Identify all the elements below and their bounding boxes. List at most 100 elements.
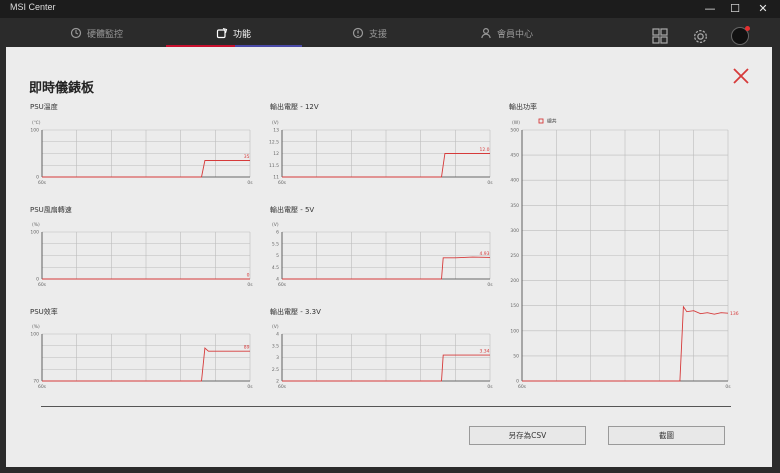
tab-features[interactable]: 功能 bbox=[216, 18, 251, 48]
y-tick-label: 0 bbox=[36, 277, 39, 283]
maximize-button[interactable]: ☐ bbox=[722, 0, 748, 18]
export-csv-button[interactable]: 另存為CSV bbox=[469, 426, 586, 445]
fan-speed-chart: (%)100060s 0s0 bbox=[30, 222, 253, 288]
y-tick-label: 13 bbox=[273, 128, 279, 134]
y-tick-label: 4 bbox=[276, 332, 279, 338]
out-power-title: 輸出功率 bbox=[509, 103, 537, 111]
tab-label: 會員中心 bbox=[497, 29, 534, 40]
out-5v-value-label: 4.93 bbox=[479, 251, 489, 257]
minimize-button[interactable]: — bbox=[697, 0, 723, 18]
out-5v-unit-label: (V) bbox=[272, 222, 279, 228]
y-tick-label: 11 bbox=[273, 175, 279, 181]
x-tick-label: 60s bbox=[38, 384, 47, 390]
y-tick-label: 11.5 bbox=[269, 163, 279, 169]
tab-member-center[interactable]: 會員中心 bbox=[480, 18, 533, 48]
x-tick-label: 0s bbox=[487, 384, 493, 390]
fan-speed-unit-label: (%) bbox=[32, 222, 40, 228]
y-tick-label: 12.5 bbox=[269, 139, 279, 145]
out-12v-chart: (V) 13 12.5 12 11.5 1160s 0s 12.0 bbox=[269, 120, 493, 186]
x-tick-label: 60s bbox=[518, 384, 527, 390]
out-power-chart: (W)50045040035030025020015010050060s 0s13… bbox=[510, 118, 739, 390]
y-tick-label: 150 bbox=[510, 303, 519, 309]
y-tick-label: 5.5 bbox=[272, 241, 279, 247]
y-tick-label: 250 bbox=[510, 253, 519, 259]
y-tick-label: 350 bbox=[510, 203, 519, 209]
out-power-unit-label: (W) bbox=[512, 120, 520, 126]
legend-label: 總共 bbox=[547, 118, 557, 125]
top-nav: 硬體監控 功能 支援 會員中心 bbox=[0, 18, 780, 50]
support-icon bbox=[352, 27, 364, 39]
title-bar: MSI Center — ☐ ✕ bbox=[0, 0, 780, 18]
y-tick-label: 100 bbox=[30, 230, 39, 236]
x-tick-label: 0s bbox=[725, 384, 731, 390]
close-icon[interactable] bbox=[730, 65, 752, 87]
out-3v3-chart: (V) 4 3.5 3 2.5 260s 0s 3.34 bbox=[272, 324, 493, 390]
x-tick-label: 60s bbox=[38, 282, 47, 288]
monitor-icon bbox=[70, 27, 82, 39]
out-3v3-unit-label: (V) bbox=[272, 324, 279, 330]
x-tick-label: 60s bbox=[278, 384, 287, 390]
x-tick-label: 0s bbox=[247, 180, 253, 186]
fan-speed-value-label: 0 bbox=[247, 273, 250, 279]
tab-support[interactable]: 支援 bbox=[352, 18, 387, 48]
x-tick-label: 0s bbox=[247, 384, 253, 390]
psu-eff-value-label: 89 bbox=[244, 345, 250, 351]
y-tick-label: 4 bbox=[276, 277, 279, 283]
tab-hardware-monitor[interactable]: 硬體監控 bbox=[70, 18, 123, 48]
y-tick-label: 50 bbox=[513, 353, 519, 359]
out-5v-chart: (V) 6 5.5 5 4.5 460s 0s 4.93 bbox=[272, 222, 493, 288]
y-tick-label: 3 bbox=[276, 355, 279, 361]
out-12v-title: 輸出電壓 - 12V bbox=[270, 103, 319, 111]
tab-label: 硬體監控 bbox=[87, 29, 124, 40]
dialog-title: 即時儀錶板 bbox=[29, 81, 95, 96]
y-tick-label: 4.5 bbox=[272, 265, 279, 271]
gear-icon[interactable] bbox=[692, 28, 709, 45]
out-3v3-value-label: 3.34 bbox=[479, 349, 489, 355]
user-icon bbox=[481, 27, 491, 39]
x-tick-label: 60s bbox=[278, 282, 287, 288]
psu-eff-unit-label: (%) bbox=[32, 324, 40, 330]
out-3v3-title: 輸出電壓 - 3.3V bbox=[270, 308, 321, 316]
psu-eff-title: PSU效率 bbox=[30, 308, 58, 316]
app-title: MSI Center bbox=[10, 2, 56, 12]
tab-label: 功能 bbox=[233, 29, 252, 40]
psu-temp-value-label: 35 bbox=[244, 154, 250, 160]
y-tick-label: 0 bbox=[516, 379, 519, 385]
y-tick-label: 100 bbox=[30, 332, 39, 338]
x-tick-label: 0s bbox=[487, 282, 493, 288]
y-tick-label: 12 bbox=[273, 151, 279, 157]
out-5v-title: 輸出電壓 - 5V bbox=[270, 206, 315, 214]
divider bbox=[41, 406, 731, 407]
psu-temp-title: PSU溫度 bbox=[30, 103, 58, 111]
y-tick-label: 500 bbox=[510, 128, 519, 134]
x-tick-label: 60s bbox=[278, 180, 287, 186]
app-window: MSI Center — ☐ ✕ 硬體監控 功能 支援 會員中心 即時儀錶板 P… bbox=[0, 0, 780, 473]
y-tick-label: 6 bbox=[276, 230, 279, 236]
psu-temp-unit-label: (℃) bbox=[32, 120, 41, 126]
realtime-dashboard-dialog: 即時儀錶板 PSU溫度 (℃) 100 0 60s 0s 35 輸出電壓 - 12V (V) 13… bbox=[6, 47, 772, 467]
psu-eff-chart: (%) 100 7060s 0s 89 bbox=[30, 324, 253, 390]
psu-temp-chart: (℃) 100 060s 0s 35 bbox=[30, 120, 253, 186]
out-12v-unit-label: (V) bbox=[272, 120, 279, 126]
y-tick-label: 2 bbox=[276, 379, 279, 385]
close-window-button[interactable]: ✕ bbox=[750, 0, 776, 18]
y-tick-label: 5 bbox=[276, 253, 279, 259]
x-tick-label: 60s bbox=[38, 180, 47, 186]
y-tick-label: 2.5 bbox=[272, 367, 279, 373]
y-tick-label: 300 bbox=[510, 228, 519, 234]
notification-dot bbox=[745, 26, 750, 31]
y-tick-label: 200 bbox=[510, 278, 519, 284]
y-tick-label: 70 bbox=[33, 379, 39, 385]
features-icon bbox=[216, 27, 228, 39]
legend-swatch bbox=[538, 118, 544, 124]
tab-label: 支援 bbox=[369, 29, 388, 40]
y-tick-label: 100 bbox=[510, 328, 519, 334]
screenshot-button[interactable]: 截圖 bbox=[608, 426, 725, 445]
grid-icon[interactable] bbox=[652, 28, 668, 44]
out-power-value-label: 136 bbox=[730, 311, 739, 317]
y-tick-label: 400 bbox=[510, 178, 519, 184]
x-tick-label: 0s bbox=[247, 282, 253, 288]
y-tick-label: 0 bbox=[36, 175, 39, 181]
x-tick-label: 0s bbox=[487, 180, 493, 186]
y-tick-label: 100 bbox=[30, 128, 39, 134]
